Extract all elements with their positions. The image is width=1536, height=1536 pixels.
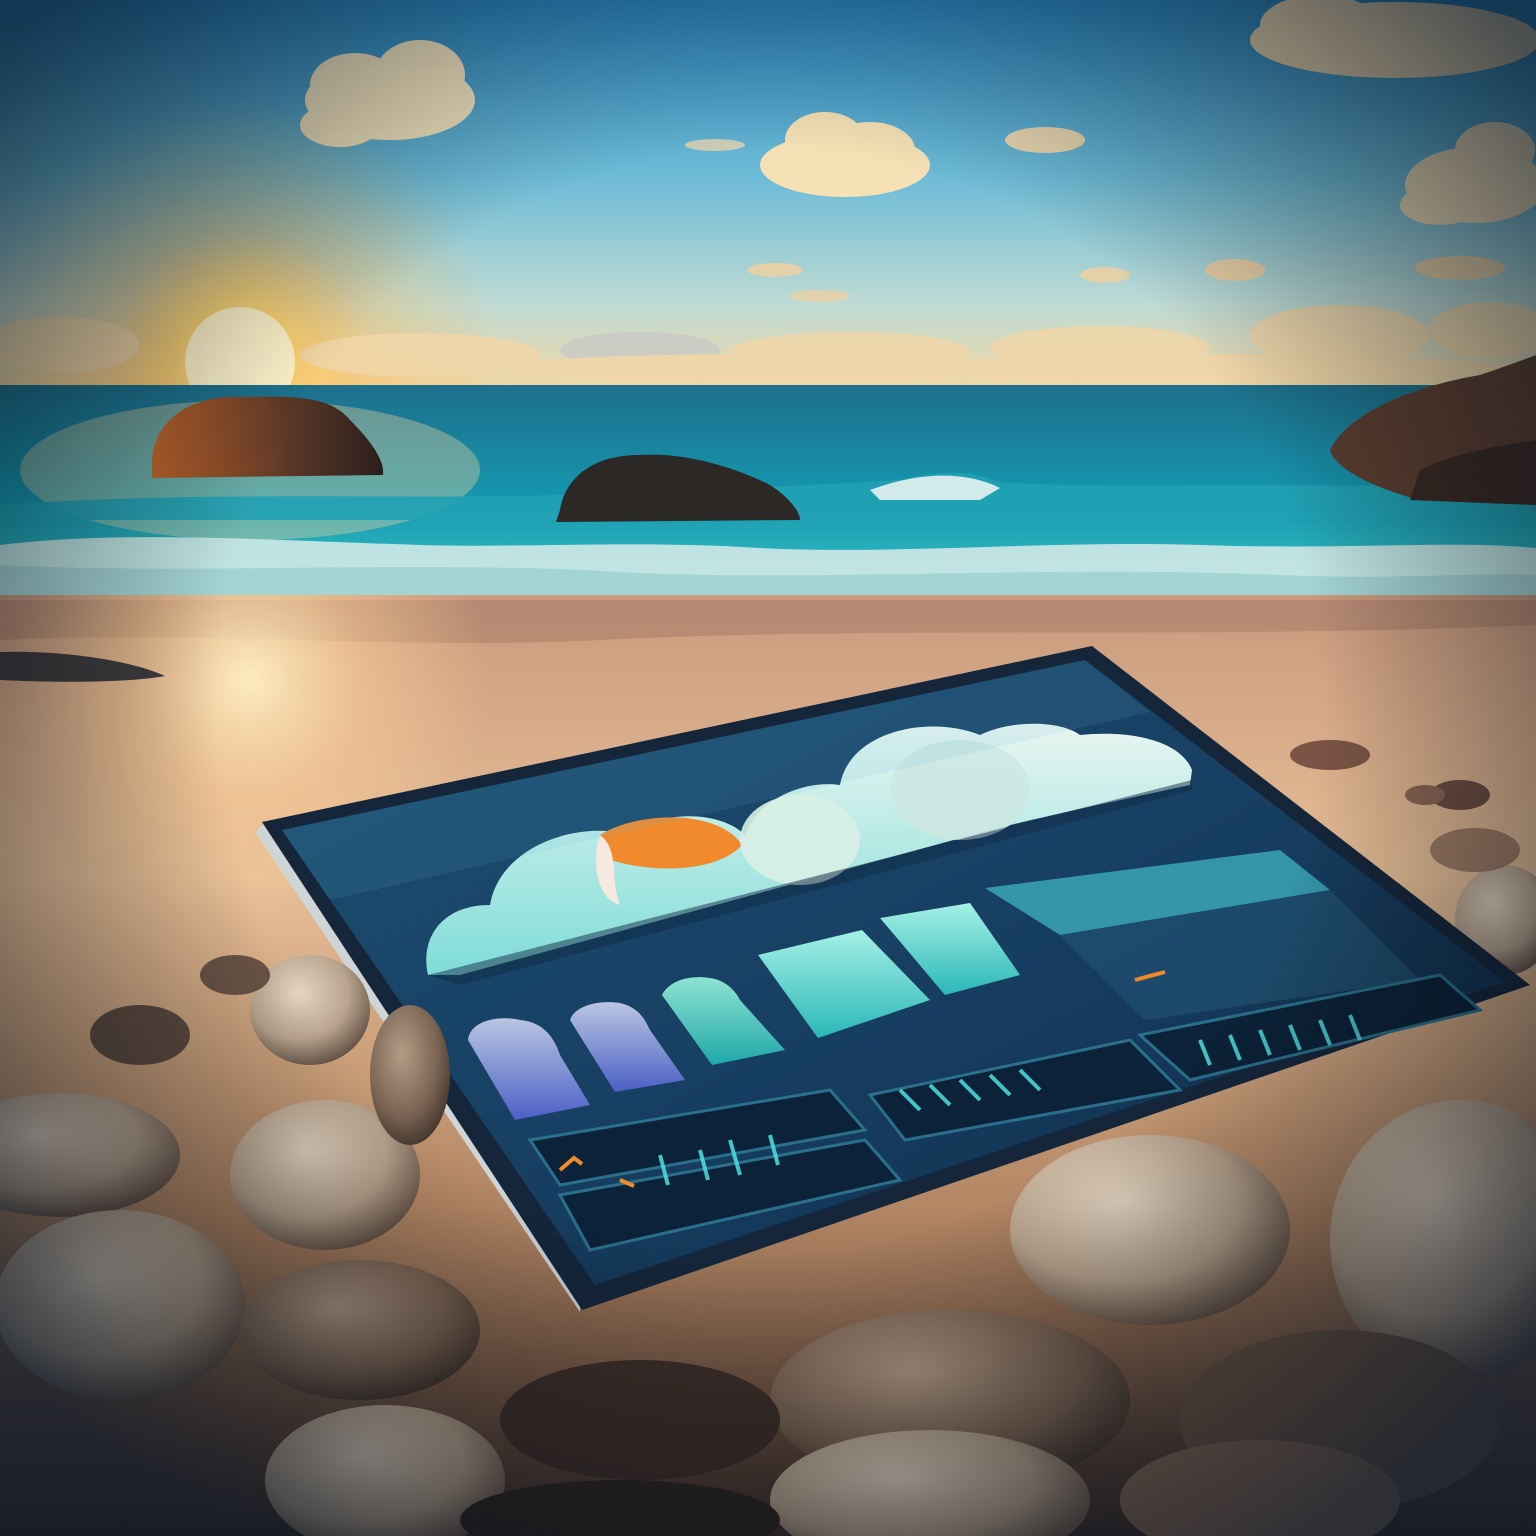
scene-illustration xyxy=(0,0,1536,1536)
vignette xyxy=(0,0,1536,1536)
beach-tablet-scene xyxy=(0,0,1536,1536)
